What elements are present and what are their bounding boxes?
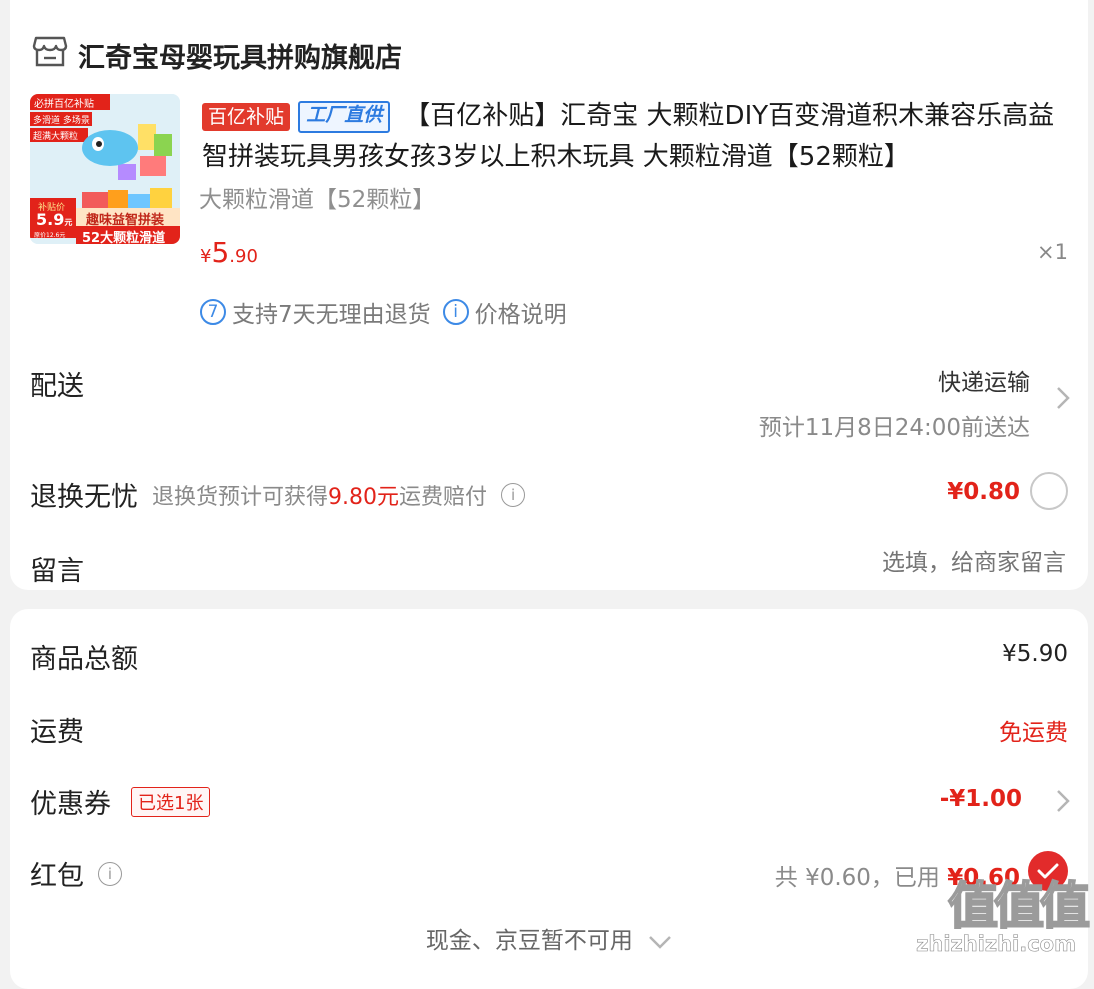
red-packet-row-label: 红包 i bbox=[30, 854, 122, 893]
note-input[interactable] bbox=[764, 549, 1068, 577]
coupon-label: 优惠券 bbox=[30, 789, 111, 820]
price-info-icon[interactable]: i bbox=[442, 299, 469, 325]
store-name[interactable]: 汇奇宝母婴玩具拼购旗舰店 bbox=[78, 36, 402, 75]
shipping-fee-value: 免运费 bbox=[999, 720, 1068, 746]
price-info-text[interactable]: 价格说明 bbox=[475, 295, 567, 329]
chevron-right-icon[interactable] bbox=[1056, 386, 1070, 410]
cash-beans-note: 现金、京豆暂不可用 bbox=[425, 928, 633, 954]
goods-total-value: ¥5.90 bbox=[1002, 641, 1068, 667]
red-packet-label: 红包 bbox=[30, 861, 84, 892]
product-quantity: ×1 bbox=[1037, 240, 1068, 264]
return-insurance-radio[interactable] bbox=[1030, 472, 1068, 510]
thumb-tag: 多滑道 多场景 bbox=[33, 116, 90, 126]
subsidy-tag: 百亿补贴 bbox=[202, 102, 291, 131]
thumb-badge-top: 必拼百亿补贴 bbox=[34, 99, 94, 110]
product-sku[interactable]: 大颗粒滑道【52颗粒】 bbox=[199, 180, 435, 214]
product-title[interactable]: 百亿补贴 工厂直供 【百亿补贴】汇奇宝 大颗粒DIY百变滑道积木兼容乐高益智拼装玩… bbox=[202, 96, 1072, 178]
coupon-value[interactable]: -¥1.00 bbox=[940, 786, 1022, 812]
return-policy-text[interactable]: 支持7天无理由退货 bbox=[232, 295, 431, 329]
info-icon[interactable]: i bbox=[98, 861, 122, 886]
service-row: 7 支持7天无理由退货 i 价格说明 bbox=[200, 295, 567, 329]
return-insurance-price: ¥0.80 bbox=[947, 479, 1020, 505]
product-price: ¥5.90 bbox=[200, 236, 258, 269]
order-item-card: 汇奇宝母婴玩具拼购旗舰店 必拼百亿补贴 多滑道 多场景 超满大颗粒 补贴价 5.… bbox=[10, 0, 1088, 590]
watermark: 值值值 zhizhizhi.com bbox=[916, 877, 1091, 960]
delivery-label: 配送 bbox=[30, 371, 84, 402]
thumb-subsidy-price: 5.9元 bbox=[36, 210, 73, 229]
chevron-right-icon[interactable] bbox=[1056, 789, 1070, 813]
factory-direct-tag: 工厂直供 bbox=[298, 100, 391, 133]
product-thumbnail[interactable]: 必拼百亿补贴 多滑道 多场景 超满大颗粒 补贴价 5.9元 原价12.6元 趣味… bbox=[30, 94, 180, 244]
delivery-method[interactable]: 快递运输 bbox=[938, 363, 1030, 397]
thumb-subsidy-note: 原价12.6元 bbox=[34, 232, 66, 239]
thumb-banner-1: 趣味益智拼装 bbox=[86, 213, 165, 228]
chevron-down-icon bbox=[649, 935, 672, 949]
order-item-card-content: 汇奇宝母婴玩具拼购旗舰店 必拼百亿补贴 多滑道 多场景 超满大颗粒 补贴价 5.… bbox=[10, 0, 1088, 590]
coupon-selected-badge: 已选1张 bbox=[131, 787, 211, 817]
return-insurance-label: 退换无忧 bbox=[30, 482, 138, 513]
watermark-url: zhizhizhi.com bbox=[916, 932, 1076, 957]
thumb-tag: 超满大颗粒 bbox=[33, 132, 79, 142]
return-insurance-desc: 退换货预计可获得 9.80元 运费赔付 i bbox=[152, 479, 526, 511]
watermark-logo: 值值值 bbox=[947, 877, 1091, 935]
shipping-fee-label: 运费 bbox=[30, 717, 84, 748]
thumb-banner-2: 52大颗粒滑道 bbox=[82, 231, 166, 244]
return-7day-icon: 7 bbox=[200, 299, 226, 325]
delivery-eta[interactable]: 预计11月8日24:00前送达 bbox=[759, 408, 1030, 442]
info-icon[interactable]: i bbox=[501, 483, 526, 507]
goods-total-label: 商品总额 bbox=[30, 644, 138, 675]
store-icon bbox=[32, 36, 68, 67]
note-label: 留言 bbox=[30, 556, 84, 587]
